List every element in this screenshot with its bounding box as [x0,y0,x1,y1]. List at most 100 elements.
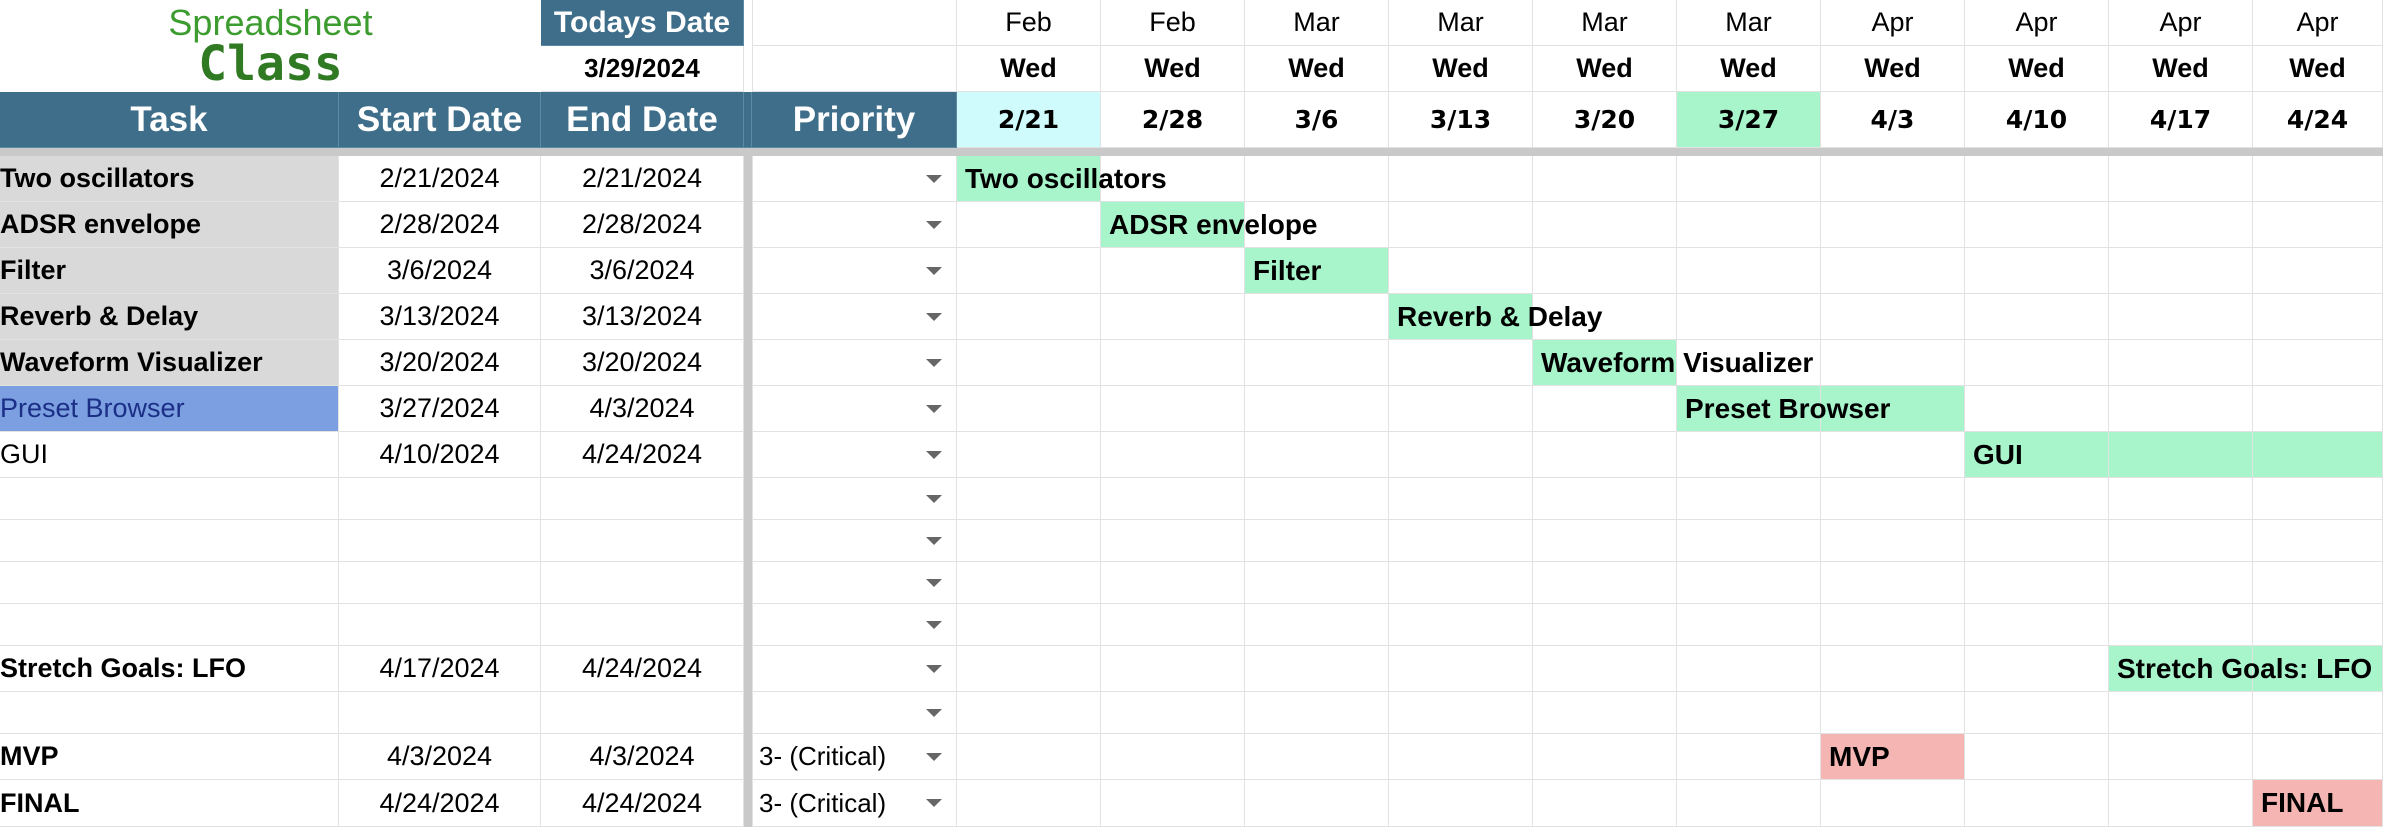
todays-date-value[interactable]: 3/29/2024 [541,46,744,92]
start-date-cell[interactable]: 3/13/2024 [339,294,541,340]
gantt-cell [1245,780,1389,827]
start-date-cell[interactable]: 4/3/2024 [339,734,541,780]
task-name-cell[interactable] [0,604,339,646]
dropdown-arrow-icon[interactable] [926,578,942,587]
priority-dropdown[interactable] [752,520,957,562]
priority-dropdown[interactable] [752,562,957,604]
end-date-cell[interactable] [541,604,744,646]
start-date-cell[interactable] [339,692,541,734]
priority-dropdown[interactable] [752,340,957,386]
dropdown-arrow-icon[interactable] [926,620,942,629]
task-name-cell[interactable] [0,692,339,734]
dropdown-arrow-icon[interactable] [926,358,942,367]
gantt-cell [957,562,1101,604]
priority-dropdown[interactable] [752,432,957,478]
task-name-cell[interactable] [0,520,339,562]
task-name-cell[interactable]: Reverb & Delay [0,294,339,340]
gantt-cell [1245,478,1389,520]
dropdown-arrow-icon[interactable] [926,536,942,545]
gantt-cell [1389,780,1533,827]
end-date-cell[interactable] [541,562,744,604]
end-date-cell[interactable]: 2/21/2024 [541,156,744,202]
end-date-cell[interactable]: 3/20/2024 [541,340,744,386]
dropdown-arrow-icon[interactable] [926,664,942,673]
dropdown-arrow-icon[interactable] [926,450,942,459]
dropdown-arrow-icon[interactable] [926,266,942,275]
end-date-cell[interactable] [541,692,744,734]
task-name-cell[interactable]: MVP [0,734,339,780]
task-name-cell[interactable]: FINAL [0,780,339,827]
end-date-cell[interactable]: 4/3/2024 [541,734,744,780]
start-date-cell[interactable]: 2/28/2024 [339,202,541,248]
gantt-cell: Waveform Visualizer [1533,340,1813,386]
dropdown-arrow-icon[interactable] [926,752,942,761]
priority-dropdown[interactable] [752,294,957,340]
gantt-spreadsheet: Spreadsheet Class Todays Date Feb Feb Ma… [0,0,2402,827]
dropdown-arrow-icon[interactable] [926,799,942,807]
dropdown-arrow-icon[interactable] [926,312,942,321]
task-name-cell[interactable] [0,478,339,520]
start-date-cell[interactable] [339,562,541,604]
start-date-cell[interactable]: 3/27/2024 [339,386,541,432]
priority-dropdown[interactable]: 3- (Critical) [752,734,957,780]
task-name-cell[interactable]: ADSR envelope [0,202,339,248]
start-date-cell[interactable] [339,478,541,520]
week-month: Mar [1245,0,1389,46]
priority-dropdown[interactable]: 3- (Critical) [752,780,957,827]
dropdown-arrow-icon[interactable] [926,174,942,183]
priority-dropdown[interactable] [752,604,957,646]
dropdown-arrow-icon[interactable] [926,404,942,413]
start-date-cell[interactable]: 4/17/2024 [339,646,541,692]
task-name-cell[interactable]: Two oscillators [0,156,339,202]
start-date-cell[interactable]: 3/6/2024 [339,248,541,294]
end-date-cell[interactable] [541,520,744,562]
dropdown-arrow-icon[interactable] [926,220,942,229]
end-date-cell[interactable]: 3/6/2024 [541,248,744,294]
end-date-cell[interactable]: 4/24/2024 [541,780,744,827]
gantt-cell [1677,562,1821,604]
start-date-cell[interactable] [339,520,541,562]
gantt-cell [1965,692,2109,734]
start-date-cell[interactable]: 4/24/2024 [339,780,541,827]
task-name-cell[interactable]: Filter [0,248,339,294]
start-date-cell[interactable]: 4/10/2024 [339,432,541,478]
end-date-cell[interactable]: 4/24/2024 [541,646,744,692]
task-name-cell[interactable] [0,562,339,604]
gantt-cell [1245,156,1389,202]
priority-dropdown[interactable] [752,248,957,294]
gantt-cell [2253,156,2383,202]
gantt-cell [2109,520,2253,562]
start-date-cell[interactable]: 2/21/2024 [339,156,541,202]
end-date-cell[interactable]: 4/24/2024 [541,432,744,478]
priority-dropdown[interactable] [752,386,957,432]
priority-dropdown[interactable] [752,156,957,202]
dropdown-arrow-icon[interactable] [926,494,942,503]
gantt-cell: Filter [1245,248,1389,294]
gantt-bar-label: FINAL [2261,787,2344,818]
week-month: Apr [1965,0,2109,46]
gantt-cell [1533,478,1677,520]
end-date-cell[interactable]: 3/13/2024 [541,294,744,340]
gantt-cell [1821,202,1965,248]
priority-dropdown[interactable] [752,202,957,248]
task-name-cell[interactable]: GUI [0,432,339,478]
task-name-cell[interactable]: Waveform Visualizer [0,340,339,386]
start-date-cell[interactable] [339,604,541,646]
task-name-cell[interactable]: Preset Browser [0,386,339,432]
dropdown-arrow-icon[interactable] [926,708,942,717]
end-date-cell[interactable] [541,478,744,520]
priority-dropdown[interactable] [752,478,957,520]
gantt-cell [1389,156,1533,202]
gantt-cell [1533,202,1677,248]
priority-dropdown[interactable] [752,646,957,692]
gantt-cell [2109,432,2253,478]
task-name-cell[interactable]: Stretch Goals: LFO [0,646,339,692]
gantt-bar-label: Filter [1253,254,1322,286]
end-date-cell[interactable]: 2/28/2024 [541,202,744,248]
end-date-cell[interactable]: 4/3/2024 [541,386,744,432]
frozen-column-separator [744,156,752,827]
priority-dropdown[interactable] [752,692,957,734]
gantt-cell [1533,646,1677,692]
start-date-cell[interactable]: 3/20/2024 [339,340,541,386]
gantt-cell [1533,562,1677,604]
